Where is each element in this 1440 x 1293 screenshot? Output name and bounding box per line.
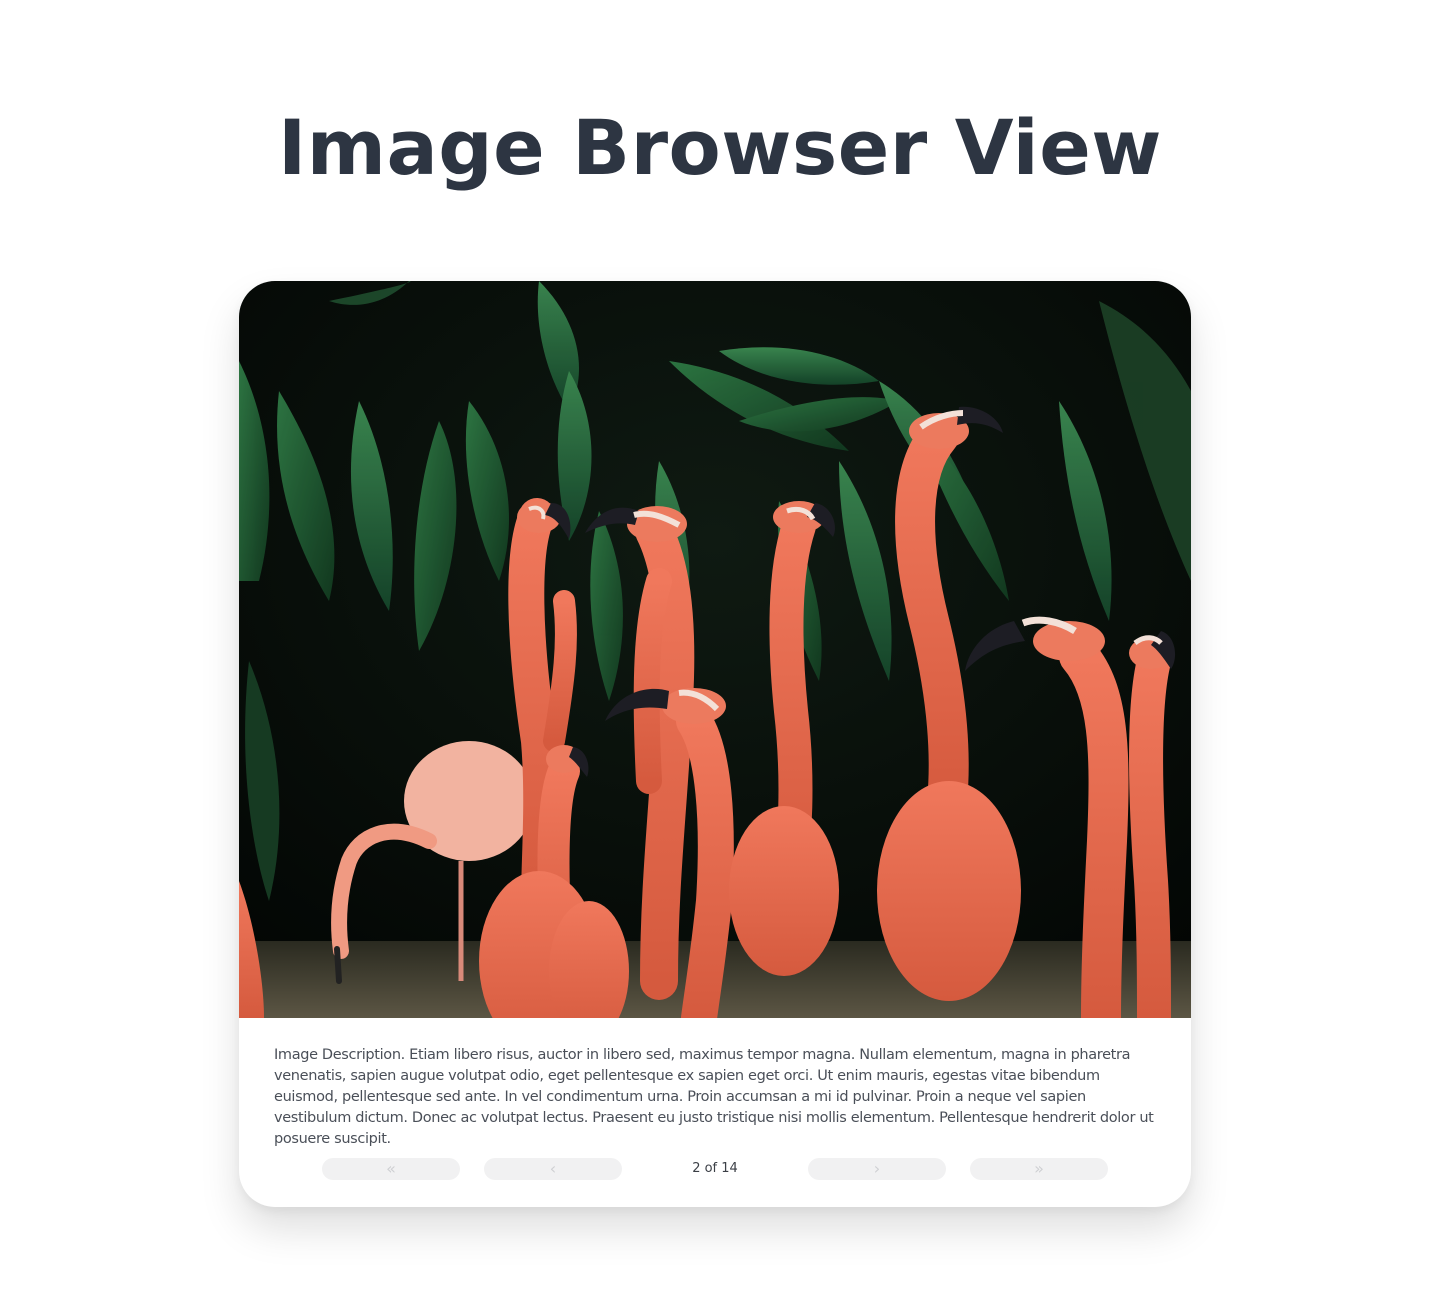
chevron-left-icon: ‹: [549, 1159, 557, 1178]
chevron-right-icon: ›: [873, 1159, 881, 1178]
double-chevron-right-icon: »: [1034, 1159, 1044, 1178]
first-page-button[interactable]: «: [322, 1158, 460, 1180]
page-counter: 2 of 14: [692, 1161, 738, 1176]
flamingo-photo: [239, 281, 1191, 1018]
double-chevron-left-icon: «: [386, 1159, 396, 1178]
image-viewer-card: Image Description. Etiam libero risus, a…: [239, 281, 1191, 1207]
image-description: Image Description. Etiam libero risus, a…: [274, 1047, 1154, 1147]
page-title: Image Browser View: [277, 103, 1162, 192]
pagination-bar: « ‹ 2 of 14 › »: [239, 1157, 1191, 1181]
last-page-button[interactable]: »: [970, 1158, 1108, 1180]
next-page-button[interactable]: ›: [808, 1158, 946, 1180]
previous-page-button[interactable]: ‹: [484, 1158, 622, 1180]
